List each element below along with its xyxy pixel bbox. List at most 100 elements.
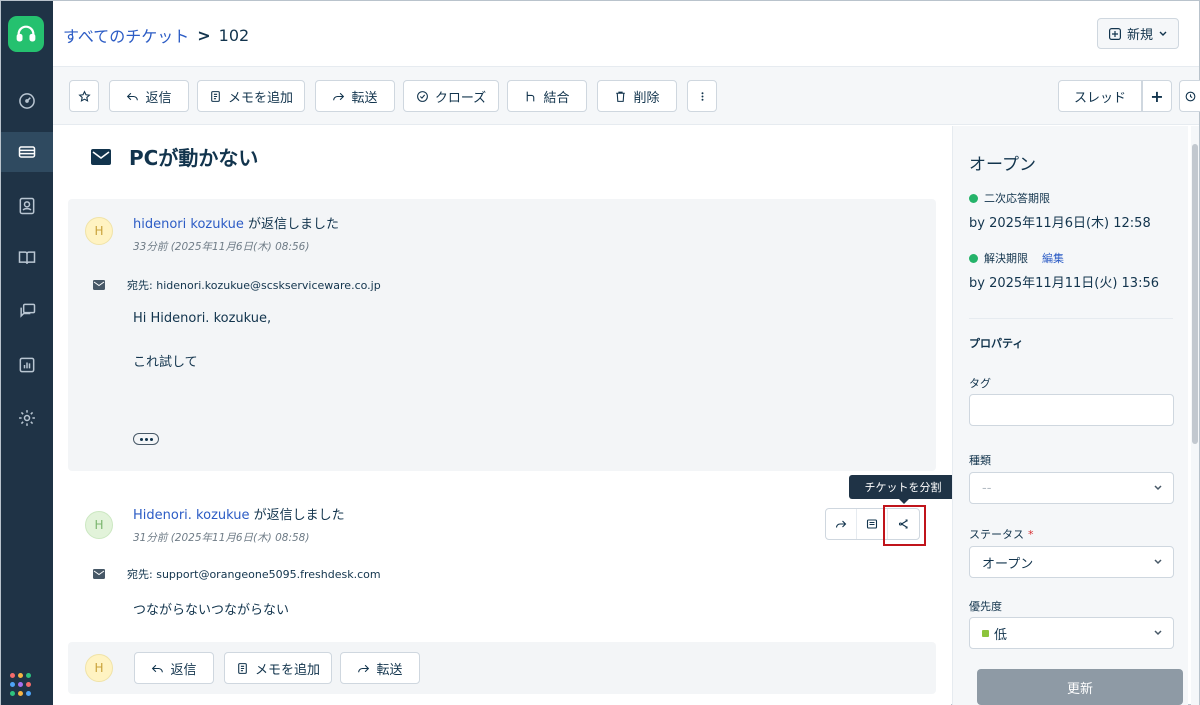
conversation-author[interactable]: hidenori kozukue (133, 217, 244, 232)
page-header: すべてのチケット > 102 新規 (53, 1, 1199, 67)
reply-label: 返信 (145, 90, 172, 106)
avatar: H (85, 511, 113, 539)
forward-button[interactable]: 転送 (315, 80, 395, 112)
split-ticket-highlight-box (883, 505, 926, 546)
to-label: 宛先: (127, 279, 153, 292)
close-button[interactable]: クローズ (403, 80, 499, 112)
left-nav (1, 1, 53, 705)
add-note-button[interactable]: メモを追加 (197, 80, 305, 112)
add-thread-button[interactable]: + (1142, 80, 1172, 112)
status-value: オープン (982, 556, 1034, 572)
properties-heading: プロパティ (969, 337, 1024, 350)
reply-bar-reply-button[interactable]: 返信 (134, 652, 214, 684)
message-body: これ試して (133, 355, 198, 370)
note-icon (866, 519, 878, 529)
scrollbar-thumb[interactable] (1192, 144, 1198, 444)
reply-button[interactable]: 返信 (109, 80, 189, 112)
chevron-down-icon (1159, 31, 1167, 36)
settings-icon[interactable] (1, 398, 53, 438)
breadcrumb-all-tickets-link[interactable]: すべてのチケット (63, 23, 189, 47)
conversation-author[interactable]: Hidenori. kozukue (133, 508, 250, 523)
reply-icon (152, 664, 164, 672)
tags-label: タグ (969, 377, 991, 390)
ticket-main: PCが動かない H hidenori kozukue が返信しました 33分前 … (53, 126, 957, 705)
check-circle-icon (416, 90, 428, 102)
message-forward-button[interactable] (826, 509, 857, 539)
conversation-action: が返信しました (247, 217, 339, 232)
breadcrumb: すべてのチケット > 102 (63, 23, 249, 47)
delete-label: 削除 (633, 90, 660, 106)
note-icon (211, 90, 220, 102)
delete-button[interactable]: 削除 (597, 80, 677, 112)
discussions-icon[interactable] (1, 291, 53, 331)
email-small-icon (93, 280, 105, 290)
conversation-author-line: Hidenori. kozukue が返信しました (133, 504, 345, 523)
priority-label: 優先度 (969, 600, 1002, 613)
to-address: support@orangeone5095.freshdesk.com (156, 568, 381, 581)
type-label: 種類 (969, 454, 991, 467)
to-address: hidenori.kozukue@scskserviceware.co.jp (156, 279, 381, 292)
required-marker: * (1028, 528, 1034, 541)
forward-icon (358, 664, 370, 672)
reports-icon[interactable] (1, 345, 53, 385)
show-quoted-text-button[interactable] (133, 433, 159, 445)
plus-box-icon (1108, 27, 1121, 40)
status-select[interactable]: オープン (969, 546, 1174, 578)
close-label: クローズ (434, 90, 487, 106)
conversation-recipient: 宛先: support@orangeone5095.freshdesk.com (93, 566, 381, 582)
priority-value: 低 (994, 627, 1008, 643)
ticket-subject: PCが動かない (91, 142, 258, 171)
breadcrumb-separator: > (197, 25, 211, 45)
new-button[interactable]: 新規 (1097, 18, 1179, 49)
conversation-action: が返信しました (253, 508, 345, 523)
add-note-label: メモを追加 (254, 662, 320, 678)
properties-scrollbar[interactable] (1191, 126, 1199, 705)
edit-due-date-link[interactable]: 編集 (1042, 250, 1064, 266)
reply-bar-forward-button[interactable]: 転送 (340, 652, 420, 684)
first-response-label-text: 二次応答期限 (984, 192, 1050, 205)
forward-icon (333, 92, 345, 100)
ticket-toolbar: 返信 メモを追加 転送 クローズ 結合 削除 スレッド + (53, 67, 1200, 125)
conversation-timestamp: 31分前 (2025年11月6日(木) 08:58) (133, 532, 310, 544)
trash-icon (616, 91, 626, 102)
update-button[interactable]: 更新 (977, 669, 1183, 705)
more-options-button[interactable] (687, 80, 717, 112)
email-icon (91, 148, 111, 165)
tickets-icon[interactable] (1, 132, 53, 172)
reply-icon (127, 92, 139, 100)
headset-logo-icon[interactable] (8, 16, 44, 52)
merge-icon (527, 91, 535, 101)
reply-bar-add-note-button[interactable]: メモを追加 (224, 652, 332, 684)
priority-low-indicator (982, 629, 989, 637)
forward-icon (835, 520, 847, 528)
activity-button[interactable] (1179, 80, 1200, 112)
first-response-due-label: 二次応答期限 (969, 190, 1050, 206)
breadcrumb-ticket-id: 102 (218, 25, 250, 45)
first-response-due-date: by 2025年11月6日(木) 12:58 (969, 216, 1151, 231)
type-select[interactable]: -- (969, 472, 1174, 504)
more-vertical-icon (701, 91, 703, 101)
ticket-properties-panel: オープン 二次応答期限 by 2025年11月6日(木) 12:58 解決期限 … (952, 126, 1188, 705)
priority-select[interactable]: 低 (969, 617, 1174, 649)
dashboard-icon[interactable] (1, 81, 53, 121)
star-button[interactable] (69, 80, 99, 112)
chevron-down-icon (1154, 630, 1162, 636)
sla-status-dot (969, 253, 978, 263)
contacts-icon[interactable] (1, 186, 53, 226)
message-greeting: Hi Hidenori. kozukue, (133, 311, 272, 326)
add-note-label: メモを追加 (227, 90, 293, 106)
conversation-1: H hidenori kozukue が返信しました 33分前 (2025年11… (68, 199, 936, 471)
avatar: H (85, 217, 113, 245)
merge-button[interactable]: 結合 (507, 80, 587, 112)
knowledge-base-icon[interactable] (1, 238, 53, 278)
chevron-down-icon (1154, 559, 1162, 565)
type-value: -- (982, 480, 992, 496)
tags-input[interactable] (969, 394, 1174, 426)
history-icon (1185, 91, 1196, 101)
thread-button[interactable]: スレッド (1058, 80, 1142, 112)
conversation-author-line: hidenori kozukue が返信しました (133, 213, 339, 232)
split-ticket-tooltip: チケットを分割 (849, 475, 957, 504)
forward-label: 転送 (351, 90, 378, 106)
app-grid-icon[interactable] (10, 673, 34, 697)
resolution-due-date: by 2025年11月11日(火) 13:56 (969, 276, 1159, 291)
